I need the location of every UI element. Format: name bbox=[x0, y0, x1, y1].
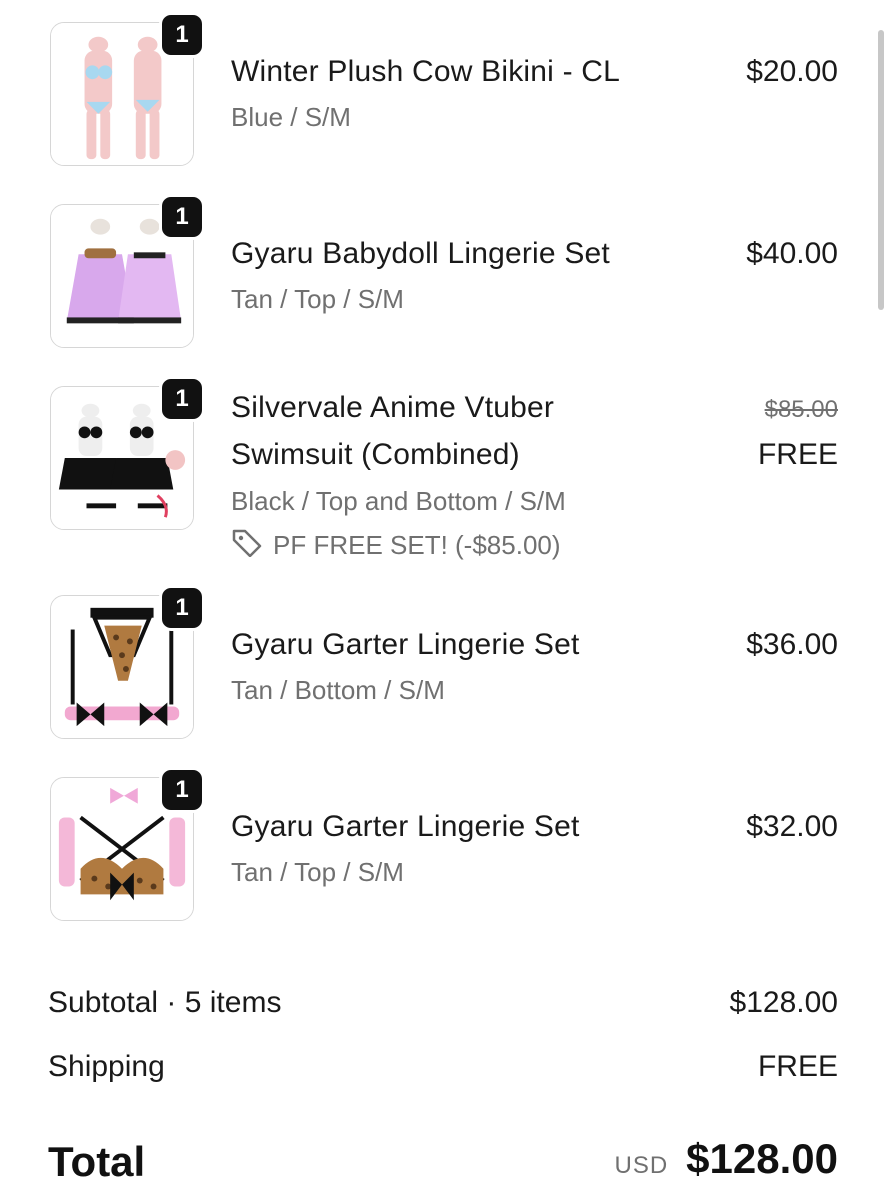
product-price: FREE bbox=[757, 438, 838, 471]
shipping-value: FREE bbox=[757, 1050, 838, 1083]
total-label: Total bbox=[48, 1138, 146, 1185]
product-variant: Tan / Bottom / S/M bbox=[231, 675, 445, 705]
discount-text: PF FREE SET! (-$85.00) bbox=[273, 530, 561, 560]
tag-icon bbox=[231, 527, 263, 564]
product-price: $40.00 bbox=[746, 237, 838, 270]
product-variant: Black / Top and Bottom / S/M bbox=[231, 486, 566, 516]
quantity-badge: 1 bbox=[159, 376, 205, 422]
quantity-badge: 1 bbox=[159, 194, 205, 240]
product-price: $32.00 bbox=[746, 810, 838, 843]
product-variant: Blue / S/M bbox=[231, 102, 351, 132]
discount-line: PF FREE SET! (-$85.00) bbox=[231, 527, 561, 564]
scrollbar[interactable] bbox=[878, 30, 884, 310]
product-title[interactable]: Gyaru Garter Lingerie Set bbox=[231, 803, 580, 851]
quantity-badge: 1 bbox=[159, 12, 205, 58]
subtotal-value: $128.00 bbox=[729, 986, 838, 1019]
product-price: $20.00 bbox=[746, 55, 838, 88]
product-title[interactable]: Winter Plush Cow Bikini - CL bbox=[231, 48, 620, 96]
currency-code: USD bbox=[614, 1152, 669, 1179]
product-variant: Tan / Top / S/M bbox=[231, 857, 404, 887]
product-price: $36.00 bbox=[746, 628, 838, 661]
subtotal-label: Subtotal · 5 items bbox=[48, 986, 282, 1019]
product-title[interactable]: Silvervale Anime Vtuber bbox=[231, 384, 554, 432]
quantity-badge: 1 bbox=[159, 585, 205, 631]
total-value: $128.00 bbox=[686, 1135, 838, 1182]
shipping-label: Shipping bbox=[48, 1050, 165, 1083]
total-amount: USD $128.00 bbox=[615, 1135, 839, 1183]
original-price: $85.00 bbox=[764, 396, 838, 423]
product-title[interactable]: Gyaru Garter Lingerie Set bbox=[231, 621, 580, 669]
product-title[interactable]: Gyaru Babydoll Lingerie Set bbox=[231, 230, 610, 278]
product-variant: Tan / Top / S/M bbox=[231, 284, 404, 314]
quantity-badge: 1 bbox=[159, 767, 205, 813]
product-title-continued[interactable]: Swimsuit (Combined) bbox=[231, 431, 520, 479]
